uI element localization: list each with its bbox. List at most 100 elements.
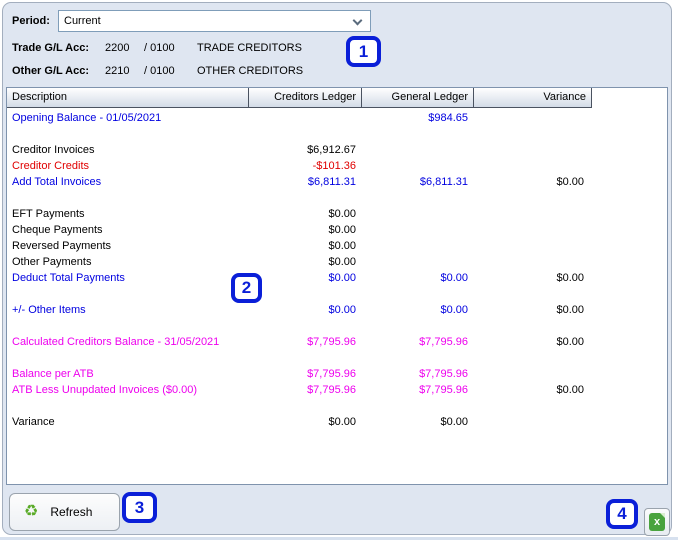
cell-creditors-ledger: $0.00 bbox=[328, 256, 356, 268]
cell-creditors-ledger: $6,811.31 bbox=[307, 176, 356, 188]
reconciliation-table: Description Creditors Ledger General Led… bbox=[6, 87, 668, 485]
table-row: Creditor Invoices $6,912.67 bbox=[7, 142, 667, 158]
cell-description: Add Total Invoices bbox=[12, 176, 102, 188]
cell-description: Balance per ATB bbox=[12, 368, 94, 380]
trade-gl-code: 2200 bbox=[105, 42, 130, 54]
cell-variance bbox=[474, 222, 592, 238]
table-row: Cheque Payments $0.00 bbox=[7, 222, 667, 238]
table-row: Calculated Creditors Balance - 31/05/202… bbox=[7, 334, 667, 350]
cell-description: Opening Balance - 01/05/2021 bbox=[12, 112, 162, 124]
other-gl-label: Other G/L Acc: bbox=[12, 65, 90, 77]
cell-variance bbox=[474, 414, 592, 430]
cell-variance: $0.00 bbox=[556, 304, 584, 316]
table-row-blank bbox=[7, 398, 667, 414]
cell-creditors-ledger: $0.00 bbox=[328, 416, 356, 428]
table-row: Balance per ATB $7,795.96 $7,795.96 bbox=[7, 366, 667, 382]
cell-creditors-ledger: $0.00 bbox=[328, 208, 356, 220]
cell-variance bbox=[474, 254, 592, 270]
cell-variance: $0.00 bbox=[556, 336, 584, 348]
table-row: Reversed Payments $0.00 bbox=[7, 238, 667, 254]
cell-description: Creditor Invoices bbox=[12, 144, 95, 156]
cell-description: Reversed Payments bbox=[12, 240, 112, 252]
cell-general-ledger bbox=[362, 158, 474, 174]
cell-creditors-ledger: $0.00 bbox=[328, 224, 356, 236]
cell-description: Calculated Creditors Balance - 31/05/202… bbox=[12, 336, 220, 348]
cell-description: EFT Payments bbox=[12, 208, 85, 220]
period-dropdown[interactable]: Current bbox=[58, 10, 371, 32]
cell-variance: $0.00 bbox=[556, 384, 584, 396]
cell-description: Other Payments bbox=[12, 256, 92, 268]
table-row: +/- Other Items $0.00 $0.00 $0.00 bbox=[7, 302, 667, 318]
creditors-reconciliation-panel: Period: Current Trade G/L Acc: 2200 / 01… bbox=[2, 2, 672, 536]
cell-general-ledger: $7,795.96 bbox=[419, 368, 468, 380]
trade-gl-label: Trade G/L Acc: bbox=[12, 42, 90, 54]
cell-description: Creditor Credits bbox=[12, 160, 90, 172]
table-header-row: Description Creditors Ledger General Led… bbox=[7, 88, 667, 108]
cell-description: ATB Less Unupdated Invoices ($0.00) bbox=[12, 384, 198, 396]
table-row: Variance $0.00 $0.00 bbox=[7, 414, 667, 430]
cell-general-ledger: $0.00 bbox=[440, 304, 468, 316]
cell-general-ledger: $6,811.31 bbox=[419, 176, 468, 188]
cell-creditors-ledger: $7,795.96 bbox=[307, 336, 356, 348]
cell-general-ledger bbox=[362, 254, 474, 270]
cell-creditors-ledger: $0.00 bbox=[328, 240, 356, 252]
cell-description: +/- Other Items bbox=[12, 304, 86, 316]
refresh-button[interactable]: ♻ Refresh bbox=[9, 493, 120, 531]
cell-variance bbox=[474, 238, 592, 254]
column-header-creditors-ledger[interactable]: Creditors Ledger bbox=[249, 88, 362, 108]
trade-gl-name: TRADE CREDITORS bbox=[197, 42, 302, 54]
table-row: Deduct Total Payments $0.00 $0.00 $0.00 bbox=[7, 270, 667, 286]
other-gl-code: 2210 bbox=[105, 65, 130, 77]
cell-general-ledger bbox=[362, 206, 474, 222]
table-row: Opening Balance - 01/05/2021 $984.65 bbox=[7, 110, 667, 126]
annotation-badge-2: 2 bbox=[231, 273, 262, 303]
cell-variance bbox=[474, 110, 592, 126]
annotation-badge-4: 4 bbox=[606, 499, 638, 529]
cell-general-ledger: $7,795.96 bbox=[419, 384, 468, 396]
refresh-label: Refresh bbox=[50, 505, 93, 519]
cell-creditors-ledger: $7,795.96 bbox=[307, 384, 356, 396]
cell-variance: $0.00 bbox=[556, 176, 584, 188]
cell-general-ledger: $0.00 bbox=[440, 416, 468, 428]
export-excel-button[interactable]: x bbox=[644, 508, 670, 536]
table-row-blank bbox=[7, 318, 667, 334]
cell-creditors-ledger: $7,795.96 bbox=[307, 368, 356, 380]
cell-variance bbox=[474, 366, 592, 382]
cell-description: Cheque Payments bbox=[12, 224, 103, 236]
cell-variance bbox=[474, 206, 592, 222]
column-header-general-ledger[interactable]: General Ledger bbox=[362, 88, 474, 108]
table-row: EFT Payments $0.00 bbox=[7, 206, 667, 222]
table-row-blank bbox=[7, 190, 667, 206]
cell-general-ledger: $7,795.96 bbox=[419, 336, 468, 348]
period-label: Period: bbox=[12, 15, 50, 27]
cell-general-ledger bbox=[362, 238, 474, 254]
table-body: Opening Balance - 01/05/2021 $984.65 Credi… bbox=[7, 108, 667, 430]
trade-gl-subcode: / 0100 bbox=[144, 42, 175, 54]
annotation-badge-1: 1 bbox=[346, 36, 381, 67]
annotation-badge-3: 3 bbox=[122, 492, 157, 523]
cell-variance bbox=[474, 142, 592, 158]
cell-creditors-ledger: -$101.36 bbox=[312, 160, 356, 172]
column-header-variance[interactable]: Variance bbox=[474, 88, 592, 108]
column-header-description[interactable]: Description bbox=[7, 88, 249, 108]
other-gl-subcode: / 0100 bbox=[144, 65, 175, 77]
cell-variance: $0.00 bbox=[556, 272, 584, 284]
table-row-blank bbox=[7, 350, 667, 366]
cell-creditors-ledger: $6,912.67 bbox=[307, 144, 356, 156]
cell-creditors-ledger: $0.00 bbox=[328, 304, 356, 316]
other-gl-account-row: Other G/L Acc: 2210 / 0100 OTHER CREDITO… bbox=[3, 65, 671, 79]
other-gl-name: OTHER CREDITORS bbox=[197, 65, 304, 77]
cell-description: Variance bbox=[12, 416, 55, 428]
table-row: Other Payments $0.00 bbox=[7, 254, 667, 270]
chevron-down-icon bbox=[352, 15, 363, 26]
period-selected-value: Current bbox=[64, 15, 101, 27]
table-row-blank bbox=[7, 286, 667, 302]
cell-creditors-ledger: $0.00 bbox=[328, 272, 356, 284]
cell-general-ledger: $0.00 bbox=[440, 272, 468, 284]
cell-general-ledger bbox=[362, 142, 474, 158]
trade-gl-account-row: Trade G/L Acc: 2200 / 0100 TRADE CREDITO… bbox=[3, 42, 671, 56]
excel-icon: x bbox=[649, 513, 665, 531]
table-row-blank bbox=[7, 126, 667, 142]
cell-description: Deduct Total Payments bbox=[12, 272, 125, 284]
table-row: Add Total Invoices $6,811.31 $6,811.31 $0.0… bbox=[7, 174, 667, 190]
